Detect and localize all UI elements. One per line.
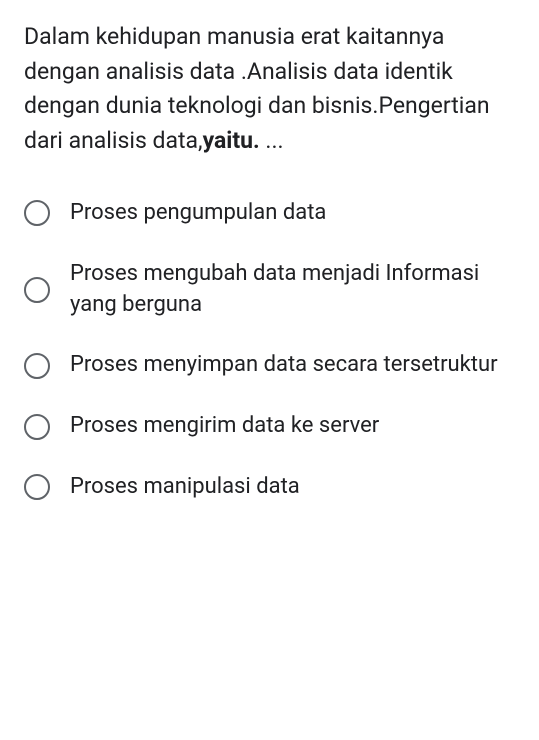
option-label: Proses mengirim data ke server	[70, 411, 379, 442]
option-label: Proses mengubah data menjadi Informasi y…	[70, 259, 515, 321]
radio-icon	[24, 200, 50, 226]
question-part2: ...	[260, 127, 284, 154]
options-list: Proses pengumpulan data Proses mengubah …	[24, 198, 515, 503]
option-2[interactable]: Proses mengubah data menjadi Informasi y…	[24, 259, 515, 321]
option-label: Proses manipulasi data	[70, 472, 300, 503]
option-label: Proses menyimpan data secara tersetruktu…	[70, 350, 498, 381]
radio-icon	[24, 414, 50, 440]
question-bold: yaitu.	[203, 127, 260, 154]
option-1[interactable]: Proses pengumpulan data	[24, 198, 515, 229]
option-4[interactable]: Proses mengirim data ke server	[24, 411, 515, 442]
radio-icon	[24, 353, 50, 379]
question-text: Dalam kehidupan manusia erat kaitannya d…	[24, 20, 515, 158]
radio-icon	[24, 474, 50, 500]
option-3[interactable]: Proses menyimpan data secara tersetruktu…	[24, 350, 515, 381]
option-5[interactable]: Proses manipulasi data	[24, 472, 515, 503]
option-label: Proses pengumpulan data	[70, 198, 326, 229]
radio-icon	[24, 277, 50, 303]
